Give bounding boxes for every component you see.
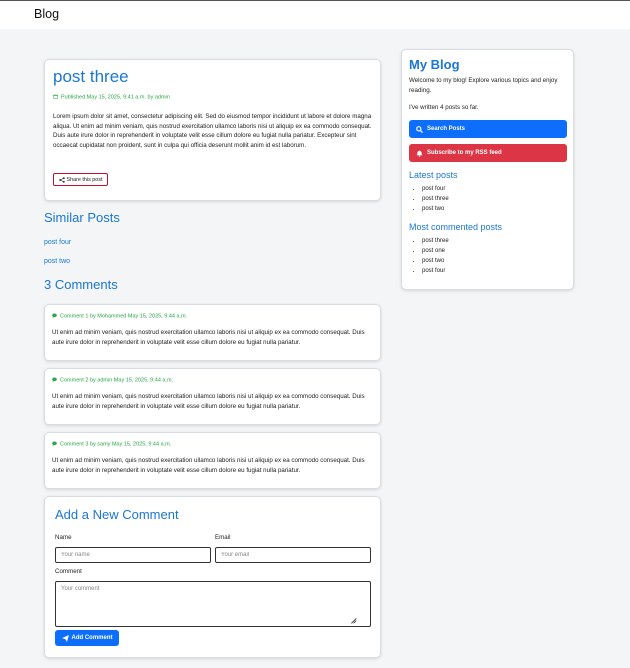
brand-link[interactable]: Blog [34,7,59,21]
most-commented-list: post three post one post two post four [422,236,449,276]
most-commented-title: Most commented posts [409,222,503,232]
search-posts-button[interactable]: Search Posts [409,120,567,138]
comment-meta: Comment 3 by samy May 15, 2025, 9:44 a.m… [52,441,171,448]
comments-count-title: 3 Comments [44,277,118,292]
post-body: Lorem ipsum dolor sit amet, consectetur … [53,113,372,149]
similar-post-link[interactable]: post four [44,239,71,246]
rss-subscribe-button[interactable]: Subscribe to my RSS feed [409,144,567,162]
latest-post-item[interactable]: post four [422,184,449,194]
comment-icon [52,313,57,318]
post-meta-text: Published May 15, 2025, 9:41 a.m. by adm… [61,94,170,101]
name-label: Name [55,534,72,541]
comment-meta-text: Comment 3 by samy May 15, 2025, 9:44 a.m… [60,441,172,448]
resize-handle-icon[interactable] [350,617,357,624]
comment-meta: Comment 1 by Mohammed May 15, 2025, 9:44… [52,313,187,320]
post-card: post three Published May 15, 2025, 9:41 … [44,59,381,201]
latest-post-item[interactable]: post three [422,194,449,204]
latest-posts-list: post four post three post two [422,184,449,214]
similar-post-link[interactable]: post two [44,258,70,265]
most-commented-item[interactable]: post one [422,246,449,256]
search-posts-label: Search Posts [427,126,466,132]
comment-card: Comment 2 by admin May 15, 2025, 9:44 a.… [44,368,381,425]
latest-posts-title: Latest posts [409,170,458,180]
most-commented-item[interactable]: post two [422,256,449,266]
comment-meta-text: Comment 2 by admin May 15, 2025, 9:44 a.… [60,377,174,384]
most-commented-item[interactable]: post three [422,236,449,246]
calendar-icon [53,94,58,99]
share-post-label: Share this post [66,176,103,183]
paper-plane-icon [61,634,69,642]
share-icon [58,176,65,183]
add-comment-label: Add Comment [71,635,113,641]
post-meta: Published May 15, 2025, 9:41 a.m. by adm… [53,94,170,101]
sidebar-card: My Blog Welcome to my blog! Explore vari… [401,49,574,290]
comment-icon [52,441,57,446]
name-input[interactable] [55,547,211,563]
add-comment-title: Add a New Comment [55,507,179,522]
rss-subscribe-label: Subscribe to my RSS feed [427,150,502,156]
top-navbar: Blog [0,0,630,29]
comment-card: Comment 3 by samy May 15, 2025, 9:44 a.m… [44,432,381,489]
add-comment-form: Add a New Comment Name Email Comment Add… [44,496,381,658]
email-label: Email [215,534,231,541]
comment-textarea[interactable] [55,581,371,627]
most-commented-item[interactable]: post four [422,266,449,276]
sidebar-intro: Welcome to my blog! Explore various topi… [409,77,558,94]
share-post-button[interactable]: Share this post [53,173,108,186]
search-icon [416,125,423,133]
comment-text: Ut enim ad minim veniam, quis nostrud ex… [52,393,365,410]
sidebar-post-count: I've written 4 posts so far. [409,104,479,111]
comment-text: Ut enim ad minim veniam, quis nostrud ex… [52,457,365,474]
comment-icon [52,377,57,382]
email-input[interactable] [215,547,371,563]
latest-post-item[interactable]: post two [422,204,449,214]
post-title: post three [53,67,129,86]
sidebar-title: My Blog [409,57,460,72]
comment-label: Comment [55,568,82,575]
similar-posts-title: Similar Posts [44,210,120,225]
comment-meta-text: Comment 1 by Mohammed May 15, 2025, 9:44… [60,313,188,320]
comment-card: Comment 1 by Mohammed May 15, 2025, 9:44… [44,304,381,361]
comment-meta: Comment 2 by admin May 15, 2025, 9:44 a.… [52,377,173,384]
add-comment-button[interactable]: Add Comment [55,630,119,646]
comment-text: Ut enim ad minim veniam, quis nostrud ex… [52,329,365,346]
bell-icon [416,150,423,157]
